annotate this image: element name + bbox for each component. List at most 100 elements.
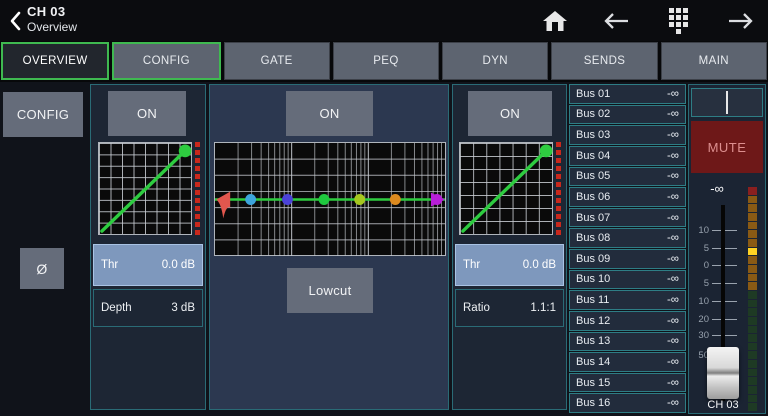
bus-name: Bus 13 (576, 335, 610, 347)
home-button[interactable] (540, 7, 570, 35)
meter-segment (748, 360, 757, 368)
bus-send-row[interactable]: Bus 03-∞ (569, 125, 686, 145)
bus-send-row[interactable]: Bus 09-∞ (569, 249, 686, 269)
bus-level: -∞ (667, 273, 679, 285)
bus-send-row[interactable]: Bus 16 -∞ (569, 393, 686, 413)
gate-meter (195, 142, 200, 235)
meter-segment (748, 326, 757, 334)
meter-segment (748, 377, 757, 385)
dyn-panel: ON Thr 0.0 dB Ratio 1.1:1 (452, 84, 567, 410)
gate-curve (102, 150, 186, 231)
tab-gate[interactable]: GATE (224, 42, 330, 80)
meter-segment (748, 282, 757, 290)
bus-send-row[interactable]: Bus 15 -∞ (569, 373, 686, 393)
tab-config[interactable]: CONFIG (112, 42, 220, 80)
bus-send-row[interactable]: Bus 06-∞ (569, 187, 686, 207)
bus-name: Bus 04 (576, 150, 610, 162)
gate-depth-value: 3 dB (171, 302, 195, 314)
tab-dyn[interactable]: DYN (442, 42, 548, 80)
bus-send-row[interactable]: Bus 07-∞ (569, 208, 686, 228)
keypad-button[interactable] (663, 7, 693, 35)
bus-level: -∞ (667, 335, 679, 347)
peq-handle-lowcut[interactable] (216, 192, 230, 219)
bus-name: Bus 09 (576, 253, 610, 265)
gate-graph[interactable] (98, 142, 192, 235)
bus-level: -∞ (667, 232, 679, 244)
tab-overview[interactable]: OVERVIEW (1, 42, 109, 80)
nav-forward-button[interactable] (726, 7, 756, 35)
meter-segment (748, 343, 757, 351)
tab-main[interactable]: MAIN (661, 42, 767, 80)
peq-handle-band-2[interactable] (282, 194, 293, 205)
bus-name: Bus 10 (576, 273, 610, 285)
tab-peq[interactable]: PEQ (333, 42, 439, 80)
meter-segment (748, 351, 757, 359)
lowcut-button[interactable]: Lowcut (287, 268, 373, 313)
bus-name: Bus 15 (576, 377, 610, 389)
fader-knob[interactable] (707, 347, 739, 399)
gate-threshold-field[interactable]: Thr 0.0 dB (93, 244, 203, 286)
fader-scale-label: 10 (691, 296, 709, 307)
arrow-right-icon (728, 12, 754, 30)
bus-name: Bus 16 (576, 397, 610, 409)
tab-sends[interactable]: SENDS (551, 42, 657, 80)
peq-handle-band-1[interactable] (245, 194, 256, 205)
dyn-on-button[interactable]: ON (468, 91, 552, 136)
bus-send-row[interactable]: Bus 10 -∞ (569, 270, 686, 290)
gate-handle[interactable] (179, 144, 192, 157)
bus-send-row[interactable]: Bus 01-∞ (569, 84, 686, 104)
phase-invert-button[interactable]: Ø (20, 248, 64, 289)
fader-scale-label: 5 (691, 243, 709, 254)
peq-handle-band-5[interactable] (390, 194, 401, 205)
bus-level: -∞ (667, 108, 679, 120)
pan-control[interactable] (691, 88, 763, 117)
peq-graph[interactable] (214, 142, 446, 256)
home-icon (542, 9, 568, 33)
gate-threshold-label: Thr (101, 259, 118, 271)
mute-button[interactable]: MUTE (691, 121, 763, 173)
dyn-ratio-label: Ratio (463, 302, 490, 314)
config-button[interactable]: CONFIG (3, 92, 83, 137)
bus-send-row[interactable]: Bus 08-∞ (569, 228, 686, 248)
peq-handle-hicut[interactable] (431, 194, 442, 205)
bus-level: -∞ (667, 294, 679, 306)
dyn-graph[interactable] (459, 142, 553, 235)
mixer-screen: CH 03 Overview OVERVI (0, 0, 768, 416)
peq-on-button[interactable]: ON (286, 91, 373, 136)
bus-send-row[interactable]: Bus 02-∞ (569, 105, 686, 125)
gate-depth-label: Depth (101, 302, 132, 314)
bus-name: Bus 05 (576, 170, 610, 182)
bus-level: -∞ (667, 397, 679, 409)
peq-panel: ON Lowcut (209, 84, 449, 410)
bus-send-row[interactable]: Bus 14-∞ (569, 352, 686, 372)
bus-send-row[interactable]: Bus 04 -∞ (569, 146, 686, 166)
nav-back-button[interactable] (601, 7, 631, 35)
fader-scale-mark: 20 (691, 314, 737, 324)
peq-handle-band-3[interactable] (319, 194, 330, 205)
meter-segment (748, 300, 757, 308)
bus-send-row[interactable]: Bus 11-∞ (569, 290, 686, 310)
bus-send-list: Bus 01-∞Bus 02-∞Bus 03-∞Bus 04-∞Bus 05-∞… (569, 84, 686, 413)
dyn-threshold-value: 0.0 dB (523, 259, 556, 271)
fader-scale-label: 30 (691, 330, 709, 341)
dyn-handle[interactable] (540, 144, 553, 157)
fader-scale-mark: 30 (691, 330, 737, 340)
channel-title: CH 03 Overview (27, 4, 77, 35)
peq-handle-band-4[interactable] (354, 194, 365, 205)
gate-depth-field[interactable]: Depth 3 dB (93, 289, 203, 327)
back-chevron-icon (10, 10, 22, 32)
dyn-ratio-field[interactable]: Ratio 1.1:1 (455, 289, 564, 327)
gate-threshold-value: 0.0 dB (162, 259, 195, 271)
bus-level: -∞ (667, 377, 679, 389)
gate-on-button[interactable]: ON (108, 91, 186, 136)
back-button[interactable] (6, 8, 26, 34)
bus-level: -∞ (667, 150, 679, 162)
dyn-threshold-field[interactable]: Thr 0.0 dB (455, 244, 564, 286)
bus-send-row[interactable]: Bus 13 -∞ (569, 332, 686, 352)
meter-segment (748, 308, 757, 316)
dyn-ratio-value: 1.1:1 (530, 302, 556, 314)
bus-name: Bus 03 (576, 129, 610, 141)
tab-bar: OVERVIEWCONFIGGATEPEQDYNSENDSMAIN (0, 41, 768, 82)
bus-send-row[interactable]: Bus 12-∞ (569, 311, 686, 331)
bus-send-row[interactable]: Bus 05-∞ (569, 167, 686, 187)
